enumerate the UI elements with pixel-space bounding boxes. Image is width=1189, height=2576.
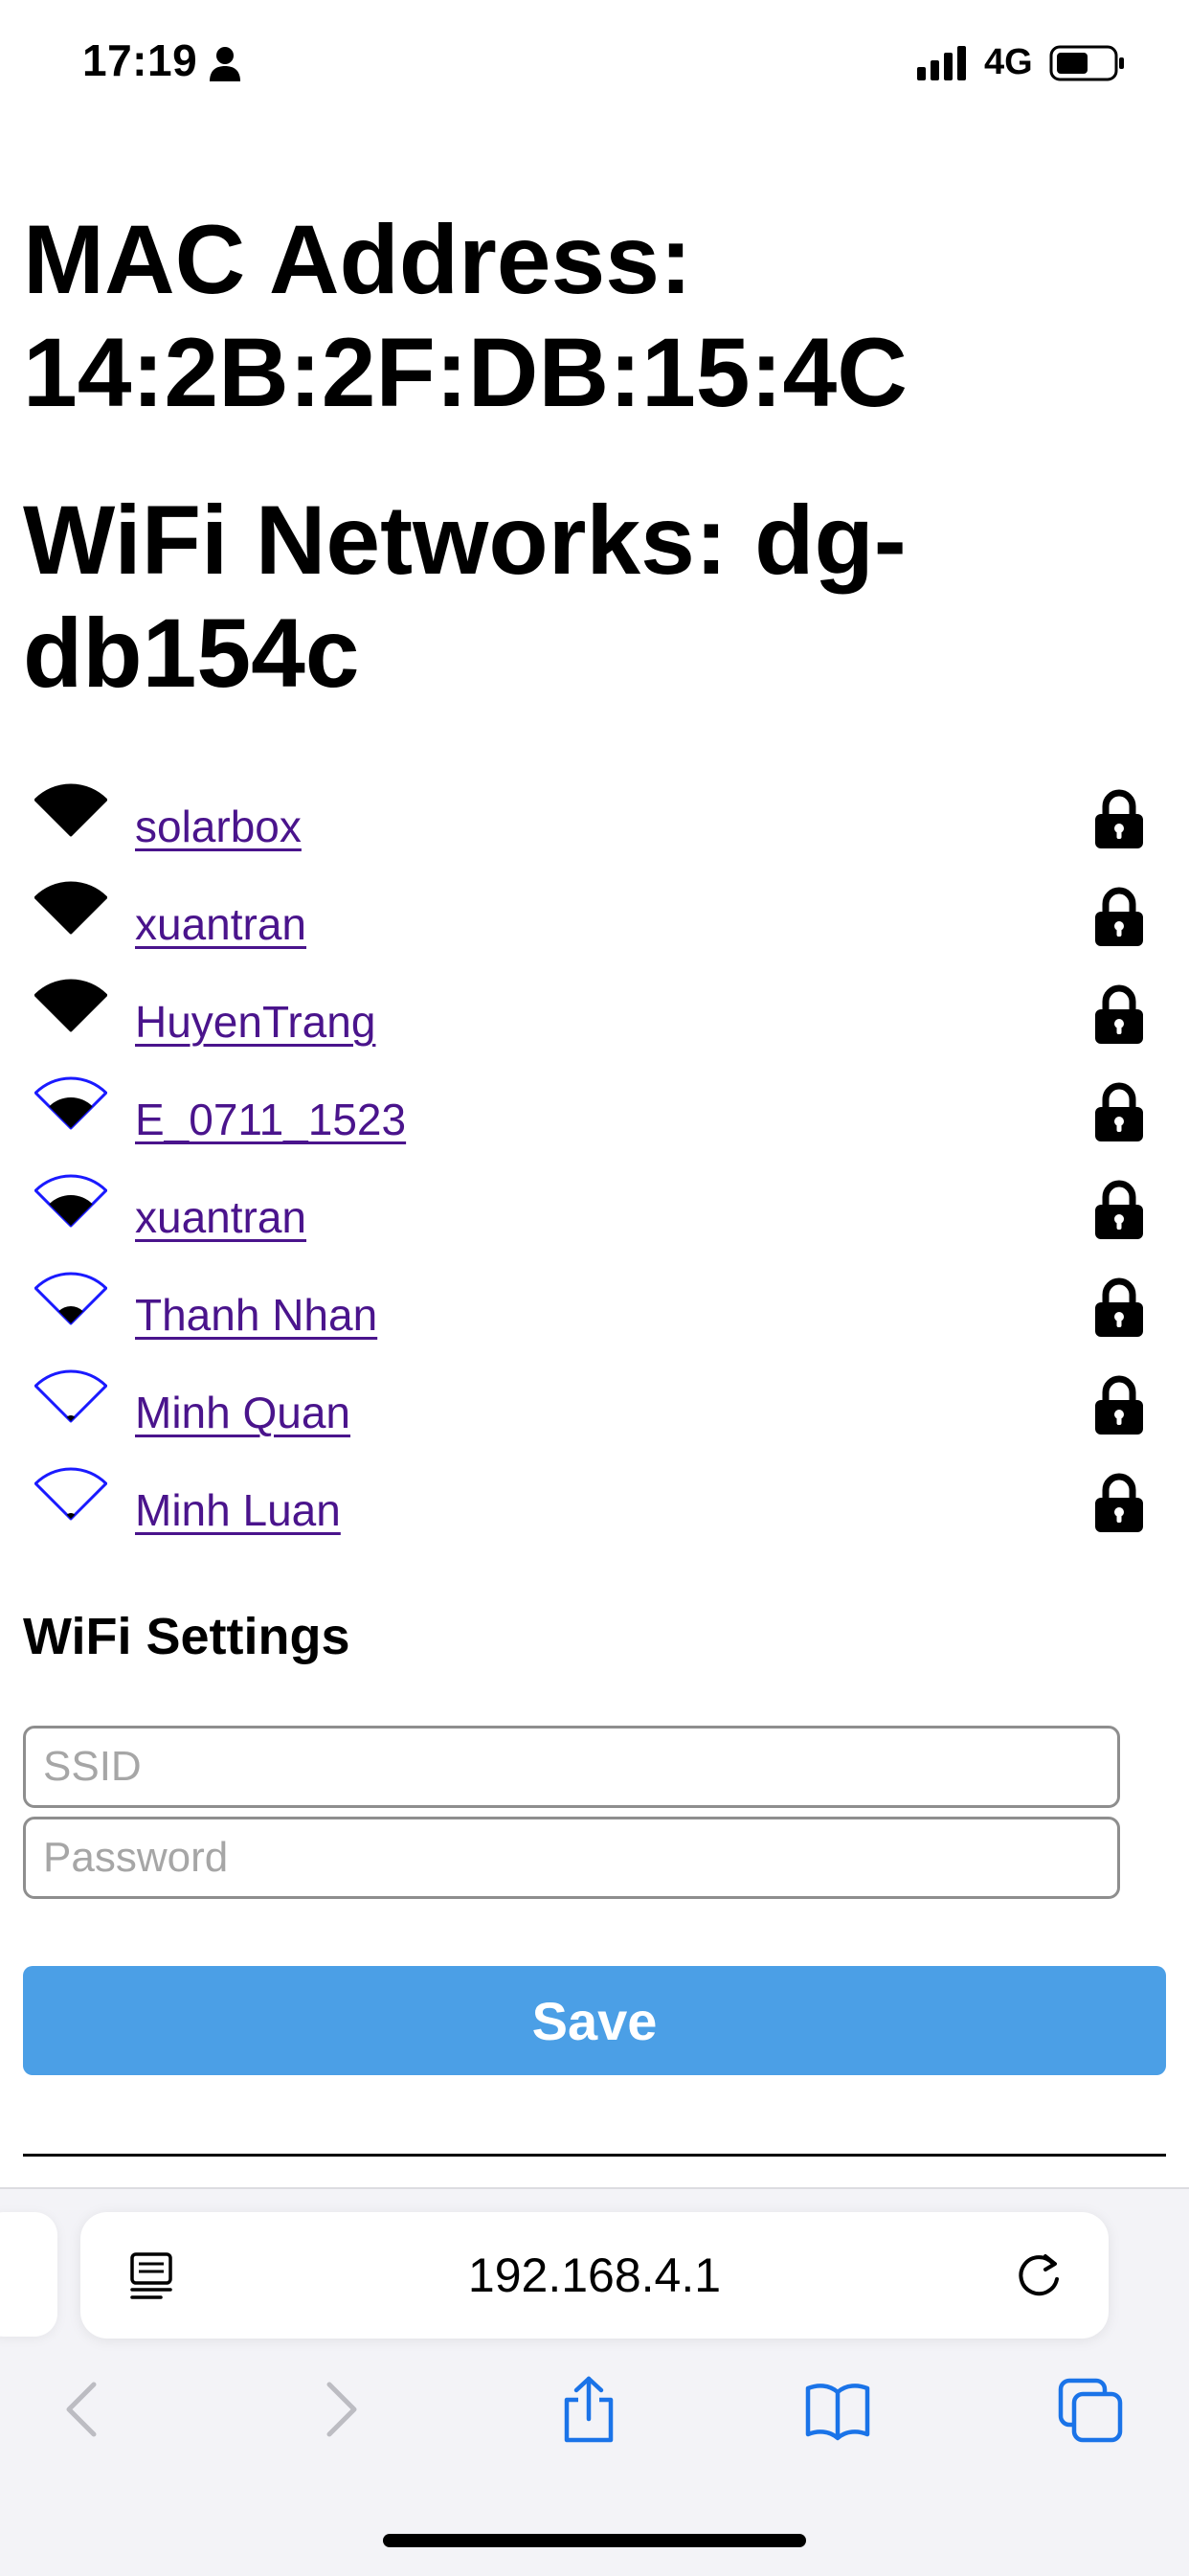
wifi-signal-icon	[34, 1174, 107, 1228]
divider	[23, 2154, 1166, 2157]
status-time: 17:19	[82, 35, 198, 85]
mac-address-heading: MAC Address:	[23, 205, 692, 314]
list-item[interactable]: solarbox	[23, 776, 1166, 873]
network-link[interactable]: solarbox	[135, 801, 302, 852]
password-input[interactable]	[23, 1817, 1120, 1899]
lock-icon	[1095, 1375, 1143, 1435]
network-link[interactable]: Thanh Nhan	[135, 1289, 377, 1341]
list-item[interactable]: Minh Luan	[23, 1459, 1166, 1557]
network-link[interactable]: xuantran	[135, 898, 306, 950]
wifi-networks-heading: WiFi Networks: dg-	[23, 486, 907, 595]
reload-icon[interactable]	[1015, 2250, 1065, 2300]
list-item[interactable]: HuyenTrang	[23, 971, 1166, 1069]
network-link[interactable]: xuantran	[135, 1191, 306, 1243]
mac-address-value: 14:2B:2F:DB:15:4C	[23, 318, 908, 427]
person-icon	[210, 47, 240, 81]
wifi-signal-icon	[34, 1076, 107, 1130]
network-link[interactable]: E_0711_1523	[135, 1094, 406, 1145]
list-item[interactable]: Thanh Nhan	[23, 1264, 1166, 1362]
wifi-signal-icon	[34, 783, 107, 837]
back-icon[interactable]	[50, 2375, 117, 2444]
lock-icon	[1095, 984, 1143, 1044]
share-icon[interactable]	[555, 2375, 622, 2444]
lock-icon	[1095, 789, 1143, 848]
wifi-signal-icon	[34, 979, 107, 1032]
status-bar: 17:19 4G	[0, 0, 1189, 134]
previous-tab-preview[interactable]	[0, 2212, 57, 2337]
lock-icon	[1095, 1277, 1143, 1337]
home-indicator	[383, 2534, 806, 2547]
network-type: 4G	[984, 42, 1033, 82]
lock-icon	[1095, 1082, 1143, 1141]
bookmarks-icon[interactable]	[804, 2375, 871, 2444]
battery-icon	[1049, 45, 1124, 81]
list-item[interactable]: xuantran	[23, 1166, 1166, 1264]
wifi-network-list: solarbox xuantran HuyenTrang E_0711_1523…	[23, 776, 1166, 1557]
forward-icon[interactable]	[306, 2375, 373, 2444]
address-bar[interactable]: 192.168.4.1	[80, 2212, 1109, 2339]
wifi-signal-icon	[34, 881, 107, 935]
save-button[interactable]: Save	[23, 1966, 1166, 2075]
wifi-settings-heading: WiFi Settings	[23, 1608, 350, 1665]
url-text[interactable]: 192.168.4.1	[80, 2212, 1109, 2339]
network-link[interactable]: HuyenTrang	[135, 996, 375, 1048]
list-item[interactable]: Minh Quan	[23, 1362, 1166, 1459]
tabs-icon[interactable]	[1057, 2375, 1124, 2444]
wifi-signal-icon	[34, 1369, 107, 1423]
list-item[interactable]: E_0711_1523	[23, 1069, 1166, 1166]
lock-icon	[1095, 1180, 1143, 1239]
network-link[interactable]: Minh Quan	[135, 1387, 350, 1438]
lock-icon	[1095, 1473, 1143, 1532]
wifi-signal-icon	[34, 1467, 107, 1521]
network-link[interactable]: Minh Luan	[135, 1484, 341, 1536]
signal-icon	[917, 46, 966, 80]
ssid-input[interactable]	[23, 1726, 1120, 1808]
lock-icon	[1095, 887, 1143, 946]
list-item[interactable]: xuantran	[23, 873, 1166, 971]
wifi-networks-heading-continued: db154c	[23, 599, 360, 708]
wifi-signal-icon	[34, 1272, 107, 1325]
